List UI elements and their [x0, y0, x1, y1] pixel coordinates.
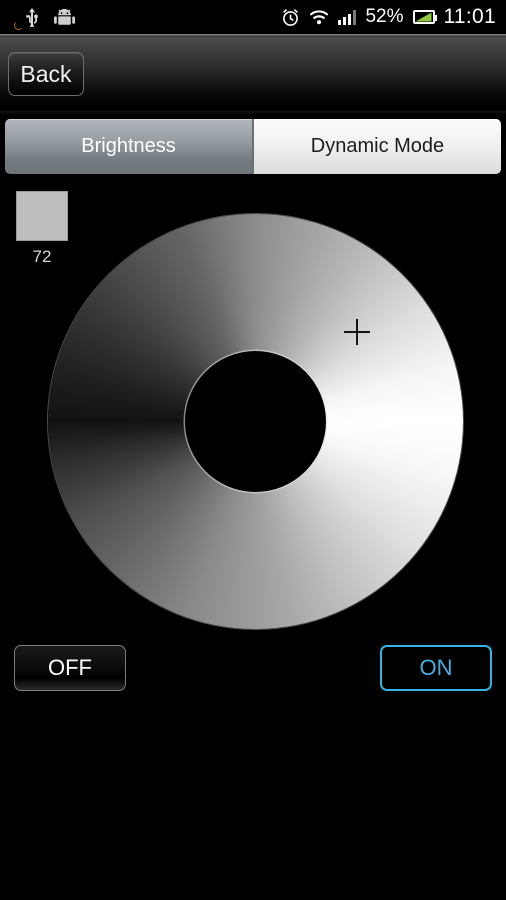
status-bar-left-icons	[10, 7, 75, 28]
action-bar: Back	[0, 37, 506, 111]
battery-charging-icon	[412, 10, 437, 24]
status-clock: 11:01	[443, 5, 496, 28]
off-button[interactable]: OFF	[14, 645, 126, 691]
usb-icon	[24, 7, 40, 28]
cellular-signal-icon	[337, 9, 357, 25]
battery-percent-label: 52%	[365, 6, 404, 27]
tab-dynamic-mode[interactable]: Dynamic Mode	[254, 119, 501, 174]
alarm-clock-icon	[281, 8, 300, 27]
tab-bar: Brightness Dynamic Mode	[5, 119, 501, 174]
brightness-ring-center-hole	[185, 351, 326, 492]
crosshair-marker-icon[interactable]	[344, 319, 370, 345]
action-bar-divider	[0, 111, 506, 115]
brightness-color-wheel[interactable]	[48, 214, 463, 629]
back-button[interactable]: Back	[8, 52, 84, 96]
android-icon	[54, 8, 75, 27]
status-bar-right-icons: 52% 11:01	[281, 5, 496, 29]
on-button[interactable]: ON	[380, 645, 492, 691]
status-bar[interactable]: 52% 11:01	[0, 0, 506, 34]
wifi-icon	[309, 9, 329, 25]
tab-brightness[interactable]: Brightness	[5, 119, 252, 174]
